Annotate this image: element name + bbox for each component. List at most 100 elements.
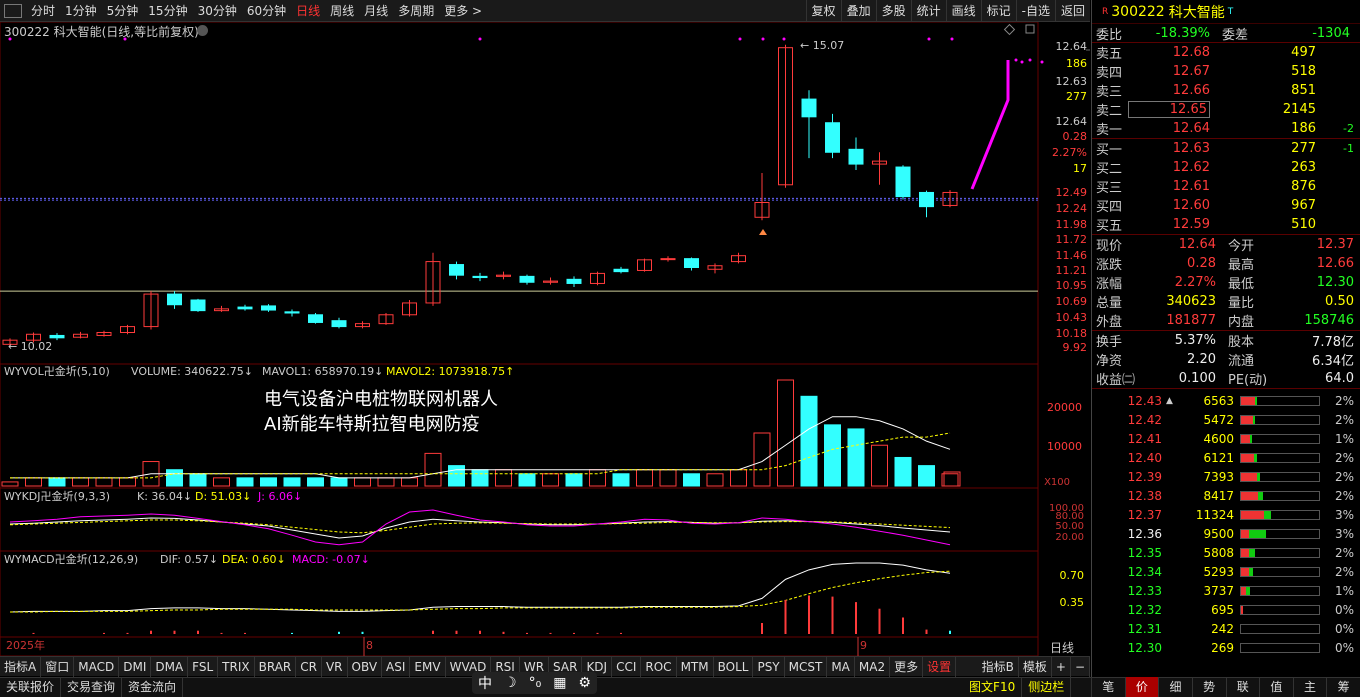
tool-icon-2[interactable]: °₀ — [529, 675, 542, 691]
indicator-tab-2[interactable]: MACD — [74, 656, 120, 677]
toolbar-button-7[interactable]: 返回 — [1054, 0, 1090, 22]
status-right-0[interactable]: 图文F10 — [963, 678, 1023, 697]
period-tab-7[interactable]: 周线 — [325, 0, 359, 22]
period-tab-8[interactable]: 月线 — [359, 0, 393, 22]
indicator-right-2[interactable]: + — [1052, 656, 1071, 677]
quote-tab-0[interactable]: 笔 — [1091, 677, 1125, 697]
indicator-tab-10[interactable]: OBV — [348, 656, 383, 677]
toolbar-button-2[interactable]: 多股 — [875, 0, 911, 22]
indicator-right-3[interactable]: − — [1071, 656, 1090, 677]
period-tab-10[interactable]: 更多 > — [439, 0, 487, 22]
indicator-tab-11[interactable]: ASI — [382, 656, 411, 677]
candle-body — [613, 268, 629, 273]
buy-row[interactable]: 买一 12.63 277 -1 — [1092, 139, 1360, 158]
price-level-row[interactable]: 12.41 4600 1% — [1092, 429, 1360, 448]
period-tab-9[interactable]: 多周期 — [393, 0, 439, 22]
chart-options-icon[interactable] — [197, 25, 208, 36]
indicator-tab-20[interactable]: MTM — [677, 656, 714, 677]
quote-tab-5[interactable]: 值 — [1259, 677, 1293, 697]
toolbar-button-4[interactable]: 画线 — [945, 0, 981, 22]
indicator-tab-26[interactable]: 更多 — [890, 656, 924, 677]
toolbar-button-6[interactable]: -自选 — [1015, 0, 1055, 22]
sell-row[interactable]: 卖五 12.68 497 — [1092, 43, 1360, 62]
tool-icon-4[interactable]: ⚙ — [578, 675, 591, 691]
price-level-row[interactable]: 12.32 695 0% — [1092, 600, 1360, 619]
indicator-tab-22[interactable]: PSY — [753, 656, 785, 677]
tool-icon-1[interactable]: ☽ — [504, 675, 517, 691]
indicator-tab-25[interactable]: MA2 — [855, 656, 891, 677]
field-label: PE(动) — [1228, 373, 1268, 388]
sell-row[interactable]: 卖四 12.67 518 — [1092, 62, 1360, 81]
quote-tab-6[interactable]: 主 — [1292, 677, 1327, 697]
indicator-tab-21[interactable]: BOLL — [714, 656, 754, 677]
indicator-tab-8[interactable]: CR — [296, 656, 322, 677]
indicator-tab-5[interactable]: FSL — [188, 656, 219, 677]
buy-row[interactable]: 买二 12.62 263 — [1092, 158, 1360, 177]
sell-row[interactable]: 卖一 12.64 186 -2 — [1092, 119, 1360, 138]
tool-icon-0[interactable]: 中 — [478, 673, 492, 693]
quote-tab-1[interactable]: 价 — [1124, 677, 1159, 697]
period-tab-6[interactable]: 日线 — [291, 0, 325, 22]
live-price-line — [970, 60, 1010, 190]
price-level-row[interactable]: 12.43 ▲ 6563 2% — [1092, 391, 1360, 410]
quote-tab-4[interactable]: 联 — [1225, 677, 1260, 697]
period-tab-4[interactable]: 30分钟 — [193, 0, 242, 22]
price-level-row[interactable]: 12.37 11324 3% — [1092, 505, 1360, 524]
quote-tab-3[interactable]: 势 — [1191, 677, 1226, 697]
price-axis-label: 186 — [1066, 57, 1087, 70]
sell-row[interactable]: 卖二 12.65 2145 — [1092, 100, 1360, 119]
price-level-row[interactable]: 12.40 6121 2% — [1092, 448, 1360, 467]
indicator-tab-12[interactable]: EMV — [410, 656, 446, 677]
indicator-right-0[interactable]: 指标B — [978, 656, 1019, 677]
status-item-2[interactable]: 资金流向 — [122, 678, 184, 697]
period-tab-0[interactable]: 分时 — [26, 0, 60, 22]
field-value: 2.27% — [1174, 275, 1216, 290]
price-level-row[interactable]: 12.34 5293 2% — [1092, 562, 1360, 581]
price-level-row[interactable]: 12.33 3737 1% — [1092, 581, 1360, 600]
buy-row[interactable]: 买五 12.59 510 — [1092, 215, 1360, 234]
buy-row[interactable]: 买三 12.61 876 — [1092, 177, 1360, 196]
price-level-row[interactable]: 12.35 5808 2% — [1092, 543, 1360, 562]
indicator-tab-6[interactable]: TRIX — [218, 656, 255, 677]
indicator-tab-1[interactable]: 窗口 — [41, 656, 75, 677]
indicator-tab-27[interactable]: 设置 — [923, 656, 957, 677]
toolbar-button-1[interactable]: 叠加 — [840, 0, 876, 22]
period-tab-1[interactable]: 1分钟 — [60, 0, 102, 22]
sell-row[interactable]: 卖三 12.66 851 — [1092, 81, 1360, 100]
status-item-1[interactable]: 交易查询 — [61, 678, 123, 697]
indicator-tab-9[interactable]: VR — [322, 656, 348, 677]
price-level-row[interactable]: 12.42 5472 2% — [1092, 410, 1360, 429]
buy-row[interactable]: 买四 12.60 967 — [1092, 196, 1360, 215]
indicator-right-1[interactable]: 模板 — [1019, 656, 1052, 677]
toolbar-button-0[interactable]: 复权 — [805, 0, 841, 22]
price-level-row[interactable]: 12.38 8417 2% — [1092, 486, 1360, 505]
indicator-tab-4[interactable]: DMA — [151, 656, 189, 677]
indicator-tab-0[interactable]: 指标A — [0, 656, 42, 677]
indicator-tab-18[interactable]: CCI — [612, 656, 642, 677]
price-level-row[interactable]: 12.30 269 0% — [1092, 638, 1360, 657]
toolbar-button-3[interactable]: 统计 — [910, 0, 946, 22]
indicator-tab-24[interactable]: MA — [827, 656, 855, 677]
period-tab-2[interactable]: 5分钟 — [102, 0, 144, 22]
status-item-0[interactable]: 关联报价 — [0, 678, 62, 697]
price-axis-label: 17 — [1073, 162, 1087, 175]
window-menu-icon[interactable] — [4, 3, 22, 18]
status-right-1[interactable]: 侧边栏 — [1022, 678, 1072, 697]
period-tab-3[interactable]: 15分钟 — [143, 0, 192, 22]
price-level-row[interactable]: 12.39 7393 2% — [1092, 467, 1360, 486]
indicator-tab-3[interactable]: DMI — [119, 656, 152, 677]
kline-chart-area[interactable]: ← 15.07 ← 10.02 12.64 186 12.63 277 12.64 0.28 2… — [0, 21, 1090, 658]
price-level-row[interactable]: 12.31 242 0% — [1092, 619, 1360, 638]
kdj-d: D: 51.03↓ — [195, 490, 251, 503]
level-price: 12.37 — [1127, 507, 1162, 522]
indicator-tab-7[interactable]: BRAR — [255, 656, 297, 677]
period-tab-5[interactable]: 60分钟 — [242, 0, 291, 22]
tool-icon-3[interactable]: ▦ — [553, 675, 566, 691]
candle-body — [449, 264, 464, 276]
quote-tab-7[interactable]: 筹 — [1326, 677, 1360, 697]
quote-tab-2[interactable]: 细 — [1158, 677, 1192, 697]
toolbar-button-5[interactable]: 标记 — [980, 0, 1016, 22]
indicator-tab-19[interactable]: ROC — [641, 656, 677, 677]
price-level-row[interactable]: 12.36 9500 3% — [1092, 524, 1360, 543]
indicator-tab-23[interactable]: MCST — [785, 656, 828, 677]
